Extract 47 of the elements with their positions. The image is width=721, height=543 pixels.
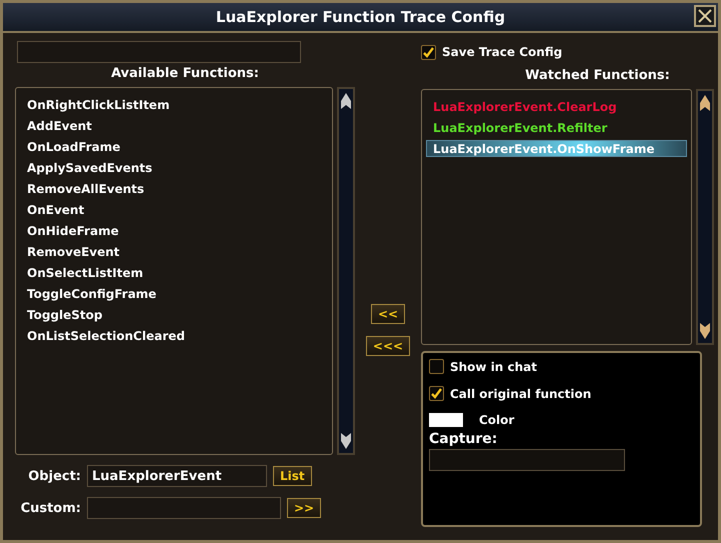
checkbox[interactable] xyxy=(429,359,444,374)
scroll-down-icon[interactable] xyxy=(341,433,351,449)
close-icon xyxy=(698,9,712,23)
list-item[interactable]: OnLoadFrame xyxy=(20,138,328,155)
color-swatch[interactable] xyxy=(429,413,463,427)
list-item[interactable]: ApplySavedEvents xyxy=(20,159,328,176)
function-name: LuaExplorerEvent.ClearLog xyxy=(433,100,617,114)
field-label: Object: xyxy=(27,468,81,484)
function-name: LuaExplorerEvent.Refilter xyxy=(433,121,608,135)
list-item[interactable]: LuaExplorerEvent.ClearLog xyxy=(426,98,687,115)
list-item[interactable]: LuaExplorerEvent.Refilter xyxy=(426,119,687,136)
scroll-down-icon[interactable] xyxy=(700,323,710,339)
scrollbar[interactable] xyxy=(696,89,714,345)
list-heading: Available Functions: xyxy=(110,66,260,81)
window-title: LuaExplorer Function Trace Config xyxy=(216,8,506,26)
scrollbar[interactable] xyxy=(337,87,355,455)
field-label: Custom: xyxy=(20,500,81,516)
capture-label: Capture: xyxy=(429,431,498,447)
custom-field[interactable] xyxy=(87,497,281,519)
scroll-up-icon[interactable] xyxy=(700,95,710,111)
checkbox-label: Save Trace Config xyxy=(442,45,562,59)
object-field[interactable]: LuaExplorerEvent xyxy=(87,465,267,487)
list-item[interactable]: ToggleStop xyxy=(20,306,328,323)
checkbox-label: Call original function xyxy=(450,386,592,400)
capture-field[interactable] xyxy=(429,449,625,471)
list-item[interactable]: OnHideFrame xyxy=(20,222,328,239)
list-item[interactable]: OnSelectListItem xyxy=(20,264,328,281)
list-item[interactable]: AddEvent xyxy=(20,117,328,134)
add-button[interactable]: >> xyxy=(287,498,322,518)
list-item[interactable]: RemoveAllEvents xyxy=(20,180,328,197)
color-label: Color xyxy=(479,413,514,427)
move-button[interactable]: <<< xyxy=(366,336,410,356)
list-item[interactable]: OnListSelectionCleared xyxy=(20,327,328,344)
function-name: LuaExplorerEvent.OnShowFrame xyxy=(433,142,654,156)
list-item[interactable]: OnRightClickListItem xyxy=(20,96,328,113)
list-item[interactable]: OnEvent xyxy=(20,201,328,218)
checkbox-label: Show in chat xyxy=(450,360,538,374)
close-button[interactable] xyxy=(694,5,716,27)
scroll-up-icon[interactable] xyxy=(341,93,351,109)
input-field[interactable] xyxy=(17,41,301,63)
move-button[interactable]: << xyxy=(370,304,406,324)
list-button[interactable]: List xyxy=(273,466,312,486)
list-heading: Watched Functions: xyxy=(524,68,671,83)
checkbox[interactable] xyxy=(429,386,444,401)
list-item[interactable]: RemoveEvent xyxy=(20,243,328,260)
checkbox[interactable] xyxy=(421,44,436,60)
list-item[interactable]: ToggleConfigFrame xyxy=(20,285,328,302)
